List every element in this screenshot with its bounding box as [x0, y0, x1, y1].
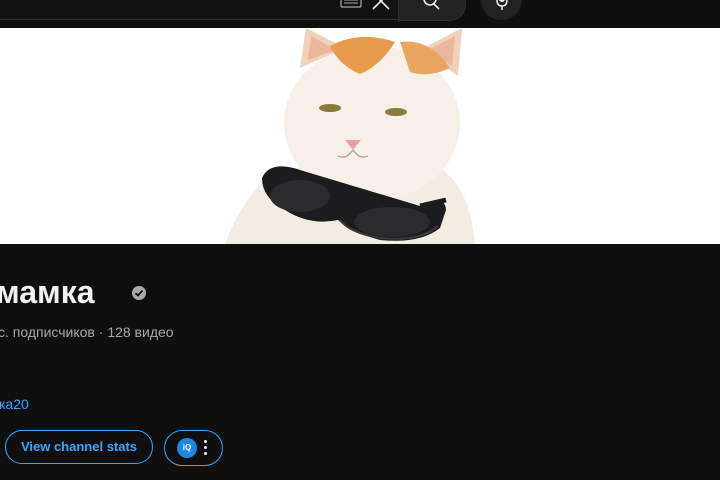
- verified-icon: [132, 286, 146, 300]
- channel-link[interactable]: ка20: [0, 396, 29, 412]
- banner-image: [0, 28, 720, 244]
- more-vert-icon[interactable]: [203, 440, 209, 458]
- search-icon: [423, 0, 440, 10]
- view-channel-stats-button[interactable]: View channel stats: [5, 430, 153, 464]
- channel-meta: с. подписчиков · 128 видео: [0, 324, 174, 340]
- masthead: [0, 0, 720, 28]
- channel-name: мамка: [0, 274, 95, 310]
- channel-banner: [0, 28, 720, 244]
- mic-icon: [496, 0, 508, 10]
- extension-logo-icon: iQ: [177, 438, 197, 458]
- search-button[interactable]: [398, 0, 466, 21]
- keyboard-icon[interactable]: [340, 0, 362, 8]
- extension-button[interactable]: iQ: [164, 430, 223, 466]
- clear-icon[interactable]: [370, 0, 392, 12]
- voice-search-button[interactable]: [481, 0, 522, 20]
